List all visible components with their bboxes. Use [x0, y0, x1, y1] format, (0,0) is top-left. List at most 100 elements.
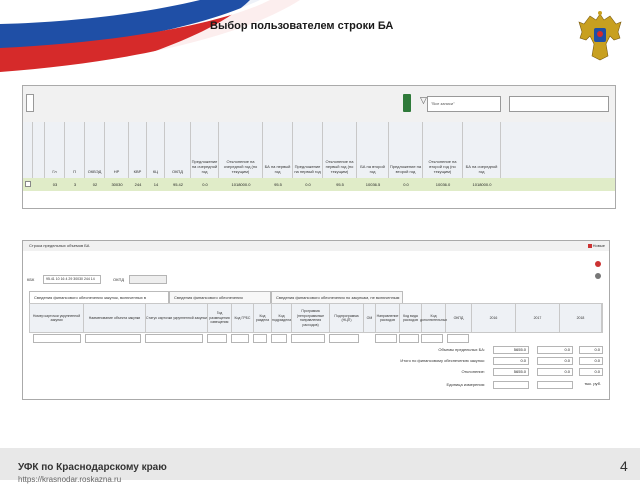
summary-value: 0.0 — [493, 357, 529, 365]
okpd-input[interactable] — [447, 334, 469, 343]
col-header[interactable]: Номер карточки укрупненной закупки — [30, 304, 84, 332]
close-label: Новые — [592, 243, 605, 248]
summary-label: Объемы предельных БА: — [438, 347, 485, 352]
col-header[interactable]: ОКВЭД — [85, 122, 105, 178]
footer-org: УФК по Краснодарскому краю — [18, 462, 167, 473]
ba-grid-panel: ▽ "Все записи" Гл П ОКВЭД НР КВР КЦ ОКПД… — [22, 85, 616, 209]
table-cell: 02 — [92, 182, 98, 187]
table-cell: 95.42 — [172, 182, 183, 187]
col-header[interactable]: Статус карточки укрупненной закупки — [146, 304, 208, 332]
col-header[interactable]: 2016 — [472, 304, 516, 332]
table-cell: 30030 — [111, 182, 123, 187]
table-cell: 14 — [153, 182, 159, 187]
col-header[interactable]: БА на второй год — [357, 122, 389, 178]
purchase-object-name-input[interactable] — [85, 334, 141, 343]
summary-value — [537, 381, 573, 389]
table-cell: 0.0 — [202, 182, 208, 187]
excel-export-icon[interactable] — [403, 94, 411, 112]
grid-header-row: Гл П ОКВЭД НР КВР КЦ ОКПД Предложение на… — [23, 122, 615, 179]
table-cell: 1018000.0 — [472, 182, 492, 187]
program-input[interactable] — [291, 334, 325, 343]
col-header[interactable]: Код раздела — [254, 304, 272, 332]
purchase-card-status-input[interactable] — [145, 334, 203, 343]
double-headed-eagle-emblem-icon — [578, 11, 622, 61]
col-header[interactable]: Предложение на второй год — [389, 122, 423, 178]
notice-year-input[interactable] — [207, 334, 227, 343]
select-col-header — [23, 122, 33, 178]
tab-included-purchases[interactable]: Сведения финансового обеспечения закупок… — [29, 291, 169, 312]
window-title: Строка предельных объемов БА — [23, 241, 609, 251]
expense-direction-input[interactable] — [375, 334, 397, 343]
help-icon[interactable] — [595, 261, 601, 267]
col-header[interactable]: Год размещения извещения — [208, 304, 232, 332]
col-header[interactable]: Гл — [45, 122, 65, 178]
col-header[interactable]: ОКПД — [446, 304, 472, 332]
additional-code-input[interactable] — [421, 334, 443, 343]
tab-excluded-purchases[interactable]: Сведения финансового обеспечения по заку… — [271, 291, 403, 312]
table-row[interactable]: 03 3 02 30030 244 14 95.42 0.0 1018000.0… — [23, 178, 615, 191]
summary-label: Единица измерения: — [446, 382, 485, 387]
col-header[interactable]: Отклонение на очередной год (по текущим) — [219, 122, 263, 178]
expense-type-input[interactable] — [399, 334, 419, 343]
table-cell: 1018000.0 — [231, 182, 251, 187]
slide-title: Выбор пользователем строки БА — [210, 20, 394, 32]
col-header[interactable]: П — [65, 122, 85, 178]
tab-approved-purchases[interactable]: Сведения финансового обеспечения утвержд… — [169, 291, 271, 312]
col-header[interactable]: Предложение на первый год — [293, 122, 323, 178]
col-header[interactable]: Направление расходов — [376, 304, 400, 332]
col-header[interactable]: 2018 — [560, 304, 602, 332]
kbk-label: КБК — [27, 277, 35, 282]
col-header[interactable]: КЦ — [147, 122, 165, 178]
kbk-field: 95.41 10 16 4 29 30030 244 14 — [43, 275, 101, 284]
refresh-icon[interactable] — [26, 94, 34, 112]
summary-value: 0.0 — [579, 357, 603, 365]
subsection-code-input[interactable] — [271, 334, 287, 343]
summary-value: 0.0 — [579, 368, 603, 376]
summary-value: 0.0 — [537, 357, 573, 365]
col-header[interactable]: Код подраздела — [272, 304, 292, 332]
col-header[interactable]: НР — [105, 122, 129, 178]
table-cell: 10036.0 — [435, 182, 451, 187]
close-button[interactable]: Новые — [587, 243, 605, 248]
row-checkbox[interactable] — [25, 181, 31, 187]
grbs-code-input[interactable] — [231, 334, 249, 343]
col-header[interactable]: ОКПД — [165, 122, 191, 178]
settings-icon[interactable] — [595, 273, 601, 279]
table-cell: 244 — [134, 182, 142, 187]
slide-header: Выбор пользователем строки БА — [0, 0, 640, 72]
filter-icon[interactable]: ▽ — [420, 96, 427, 105]
secondary-dropdown[interactable] — [509, 96, 609, 112]
col-header[interactable]: Программа (непрограммные направления рас… — [292, 304, 330, 332]
col-header[interactable]: Подпрограмма (НЦП) — [330, 304, 364, 332]
summary-value: 0.0 — [537, 368, 573, 376]
col-header[interactable]: БА на первый год — [263, 122, 293, 178]
purchase-card-number-input[interactable] — [33, 334, 81, 343]
col-header[interactable]: Предложение на очередной год — [191, 122, 219, 178]
table-cell: 3 — [73, 182, 77, 187]
subprogram-input[interactable] — [329, 334, 359, 343]
summary-label: Отклонение: — [461, 369, 485, 374]
col-header[interactable]: ОМ — [364, 304, 376, 332]
filter-dropdown[interactable]: "Все записи" — [427, 96, 501, 112]
unit-value: тыс. руб. — [584, 381, 601, 386]
flag-background — [0, 0, 640, 72]
col-header[interactable]: Отклонение на первый год (по текущим) — [323, 122, 357, 178]
col-header[interactable]: 2017 — [516, 304, 560, 332]
summary-value — [493, 381, 529, 389]
summary-value: 5655.0 — [493, 346, 529, 354]
col-header[interactable]: КВР — [129, 122, 147, 178]
table-cell: 95.5 — [274, 182, 282, 187]
table-cell: 03 — [52, 182, 58, 187]
col-header[interactable]: Наименование объекта закупки — [84, 304, 146, 332]
summary-value: 0.0 — [537, 346, 573, 354]
col-header[interactable]: БА на очередной год — [463, 122, 501, 178]
okpd-label: ОКПД — [113, 277, 125, 282]
summary-value: 0.0 — [579, 346, 603, 354]
col-header[interactable]: Код дополнительных — [420, 304, 447, 332]
col-header[interactable]: Код вида расходов — [400, 304, 422, 332]
table-cell: 0.0 — [403, 182, 409, 187]
table-cell: 10036.5 — [365, 182, 381, 187]
section-code-input[interactable] — [253, 334, 267, 343]
col-header[interactable]: Отклонение на второй год (по текущим) — [423, 122, 463, 178]
col-header[interactable]: Код ГРБС — [232, 304, 254, 332]
